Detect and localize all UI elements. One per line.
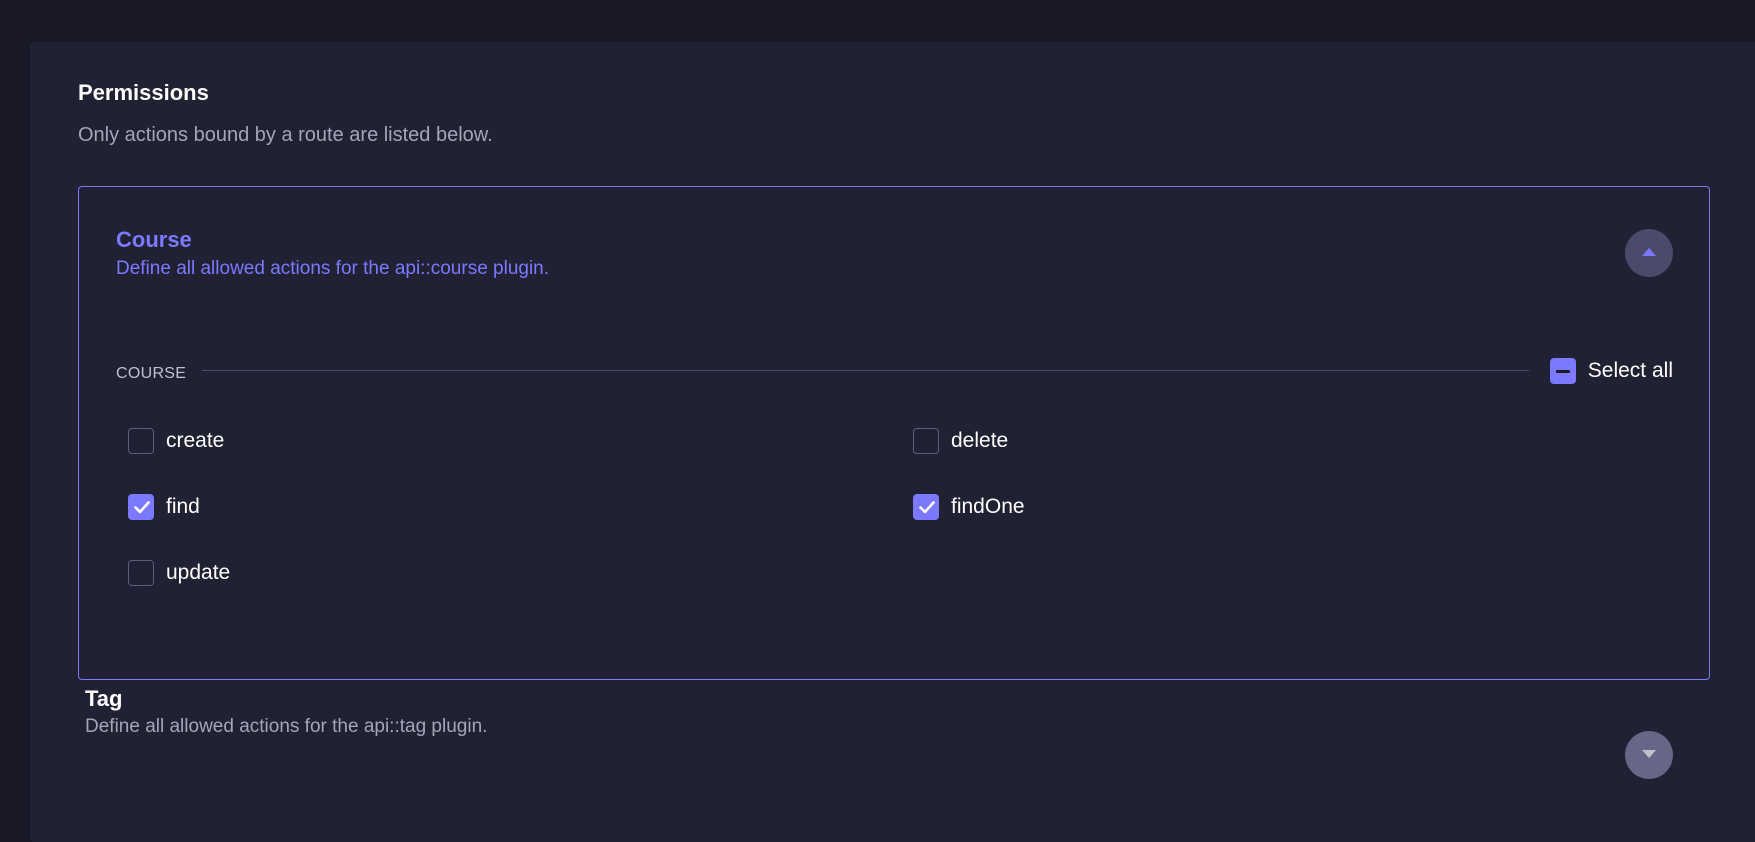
minus-icon bbox=[1555, 370, 1570, 373]
permission-delete[interactable]: delete bbox=[913, 428, 1008, 454]
permission-label: find bbox=[166, 495, 200, 518]
tag-accordion-title[interactable]: Tag bbox=[85, 686, 122, 712]
tag-accordion-description: Define all allowed actions for the api::… bbox=[85, 716, 488, 737]
select-all-label: Select all bbox=[1587, 359, 1673, 382]
permission-findone[interactable]: findOne bbox=[913, 494, 1025, 520]
checkbox-update[interactable] bbox=[128, 560, 154, 586]
course-accordion-description: Define all allowed actions for the api::… bbox=[116, 258, 550, 279]
caret-up-icon bbox=[1642, 248, 1656, 256]
permission-label: findOne bbox=[951, 495, 1025, 518]
select-all-checkbox[interactable]: Select all bbox=[1549, 358, 1673, 384]
permission-create[interactable]: create bbox=[128, 428, 224, 454]
permission-label: update bbox=[166, 561, 231, 584]
checkbox-delete[interactable] bbox=[913, 428, 939, 454]
checkbox-find[interactable] bbox=[128, 494, 154, 520]
permissions-subtitle: Only actions bound by a route are listed… bbox=[78, 124, 493, 146]
permission-label: create bbox=[166, 429, 225, 452]
section-divider bbox=[202, 370, 1529, 371]
course-accordion: Course Define all allowed actions for th… bbox=[78, 186, 1710, 680]
caret-down-icon bbox=[1642, 750, 1656, 758]
select-all-indicator[interactable] bbox=[1549, 358, 1576, 384]
check-icon bbox=[134, 501, 150, 514]
permission-find[interactable]: find bbox=[128, 494, 200, 520]
checkbox-create[interactable] bbox=[128, 428, 154, 454]
permission-update[interactable]: update bbox=[128, 560, 230, 586]
check-icon bbox=[919, 501, 935, 514]
checkbox-findone[interactable] bbox=[913, 494, 939, 520]
permission-label: delete bbox=[951, 429, 1009, 452]
course-collapse-button[interactable] bbox=[1625, 229, 1673, 277]
permissions-title: Permissions bbox=[78, 80, 209, 105]
tag-expand-button[interactable] bbox=[1625, 731, 1673, 779]
course-accordion-title[interactable]: Course bbox=[116, 227, 192, 253]
course-section-label: COURSE bbox=[116, 365, 187, 382]
